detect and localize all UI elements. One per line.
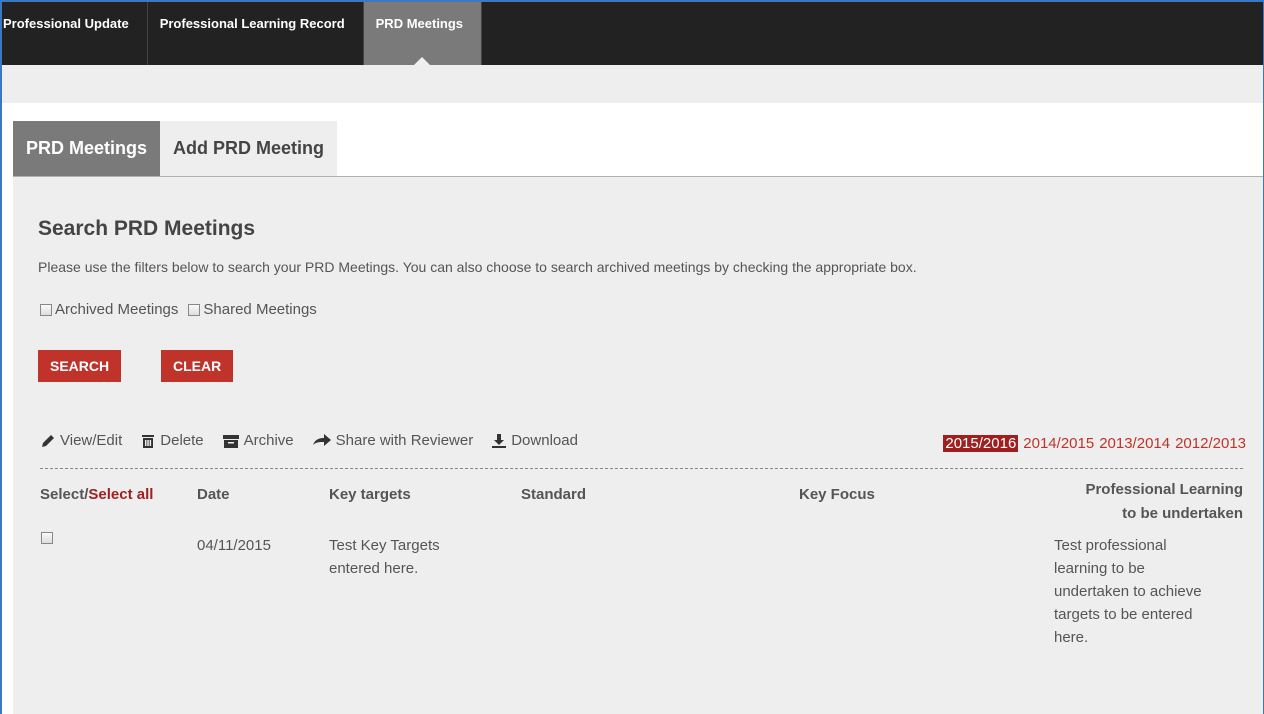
sub-tabs: PRD Meetings Add PRD Meeting — [13, 121, 1263, 177]
key-targets-line2: entered here. — [329, 560, 419, 577]
tab-prd-meetings[interactable]: PRD Meetings — [363, 2, 483, 65]
row-professional-learning: Test professional learning to be underta… — [1054, 534, 1202, 649]
archive-label: Archive — [243, 432, 294, 449]
pl-line5: here. — [1054, 629, 1089, 646]
select-all-link[interactable]: Select all — [88, 486, 153, 503]
delete-label: Delete — [160, 432, 204, 449]
search-description: Please use the filters below to search y… — [38, 259, 917, 275]
year-2014-2015[interactable]: 2014/2015 — [1023, 435, 1094, 452]
pl-header-line2: to be undertaken — [1122, 505, 1243, 522]
clear-button[interactable]: CLEAR — [161, 350, 234, 382]
pl-line3: undertaken to achieve — [1054, 583, 1202, 600]
standard-header: Standard — [521, 486, 587, 503]
download-label: Download — [511, 432, 578, 449]
archive-action[interactable]: Archive — [222, 432, 294, 449]
key-targets-header: Key targets — [329, 486, 411, 503]
shared-meetings-label: Shared Meetings — [203, 301, 317, 318]
share-icon — [312, 433, 331, 446]
pl-line2: learning to be — [1054, 560, 1145, 577]
year-2013-2014[interactable]: 2013/2014 — [1099, 435, 1170, 452]
archived-meetings-option[interactable]: Archived Meetings — [40, 301, 178, 318]
share-with-reviewer-action[interactable]: Share with Reviewer — [312, 432, 474, 449]
select-header: Select/Select all — [40, 486, 153, 503]
row-key-targets: Test Key Targets entered here. — [329, 534, 440, 580]
shared-meetings-checkbox[interactable] — [188, 303, 201, 316]
shared-meetings-option[interactable]: Shared Meetings — [188, 301, 317, 318]
trash-icon — [142, 434, 155, 448]
select-label: Select/ — [40, 486, 89, 503]
download-icon — [492, 433, 507, 448]
action-toolbar: View/Edit Delete Archive Share with Revi… — [40, 432, 596, 449]
view-edit-action[interactable]: View/Edit — [40, 432, 122, 449]
subtab-prd-meetings[interactable]: PRD Meetings — [13, 121, 161, 176]
archived-meetings-checkbox[interactable] — [40, 303, 52, 316]
key-focus-header: Key Focus — [799, 486, 875, 503]
view-edit-label: View/Edit — [60, 432, 123, 449]
year-filter: 2015/2016 2014/2015 2013/2014 2012/2013 — [943, 435, 1246, 452]
row-date: 04/11/2015 — [197, 537, 271, 554]
pl-line4: targets to be entered — [1054, 606, 1193, 623]
pl-line1: Test professional — [1054, 537, 1167, 554]
filter-checkboxes: Archived Meetings Shared Meetings — [40, 301, 327, 318]
share-label: Share with Reviewer — [335, 432, 474, 449]
year-2012-2013[interactable]: 2012/2013 — [1175, 435, 1246, 452]
pencil-icon — [42, 434, 54, 447]
search-button[interactable]: SEARCH — [38, 350, 122, 382]
download-action[interactable]: Download — [491, 432, 578, 449]
pl-header-line1: Professional Learning — [1085, 481, 1243, 498]
key-targets-line1: Test Key Targets — [329, 537, 440, 554]
professional-learning-header: Professional Learning to be undertaken — [1043, 478, 1243, 526]
archive-icon — [222, 434, 239, 448]
tab-professional-learning-record[interactable]: Professional Learning Record — [148, 2, 364, 65]
divider — [40, 468, 1243, 469]
sub-header-band — [2, 65, 1263, 103]
top-navigation: Professional Update Professional Learnin… — [2, 2, 1263, 65]
archived-meetings-label: Archived Meetings — [55, 301, 179, 318]
page-title: Search PRD Meetings — [38, 217, 256, 240]
date-header: Date — [197, 486, 230, 503]
delete-action[interactable]: Delete — [140, 432, 204, 449]
year-2015-2016[interactable]: 2015/2016 — [943, 435, 1019, 452]
tab-professional-update[interactable]: Professional Update — [2, 2, 148, 65]
subtab-add-prd-meeting[interactable]: Add PRD Meeting — [160, 121, 338, 176]
search-panel: Search PRD Meetings Please use the filte… — [13, 177, 1263, 714]
row-select-checkbox[interactable] — [41, 532, 53, 544]
